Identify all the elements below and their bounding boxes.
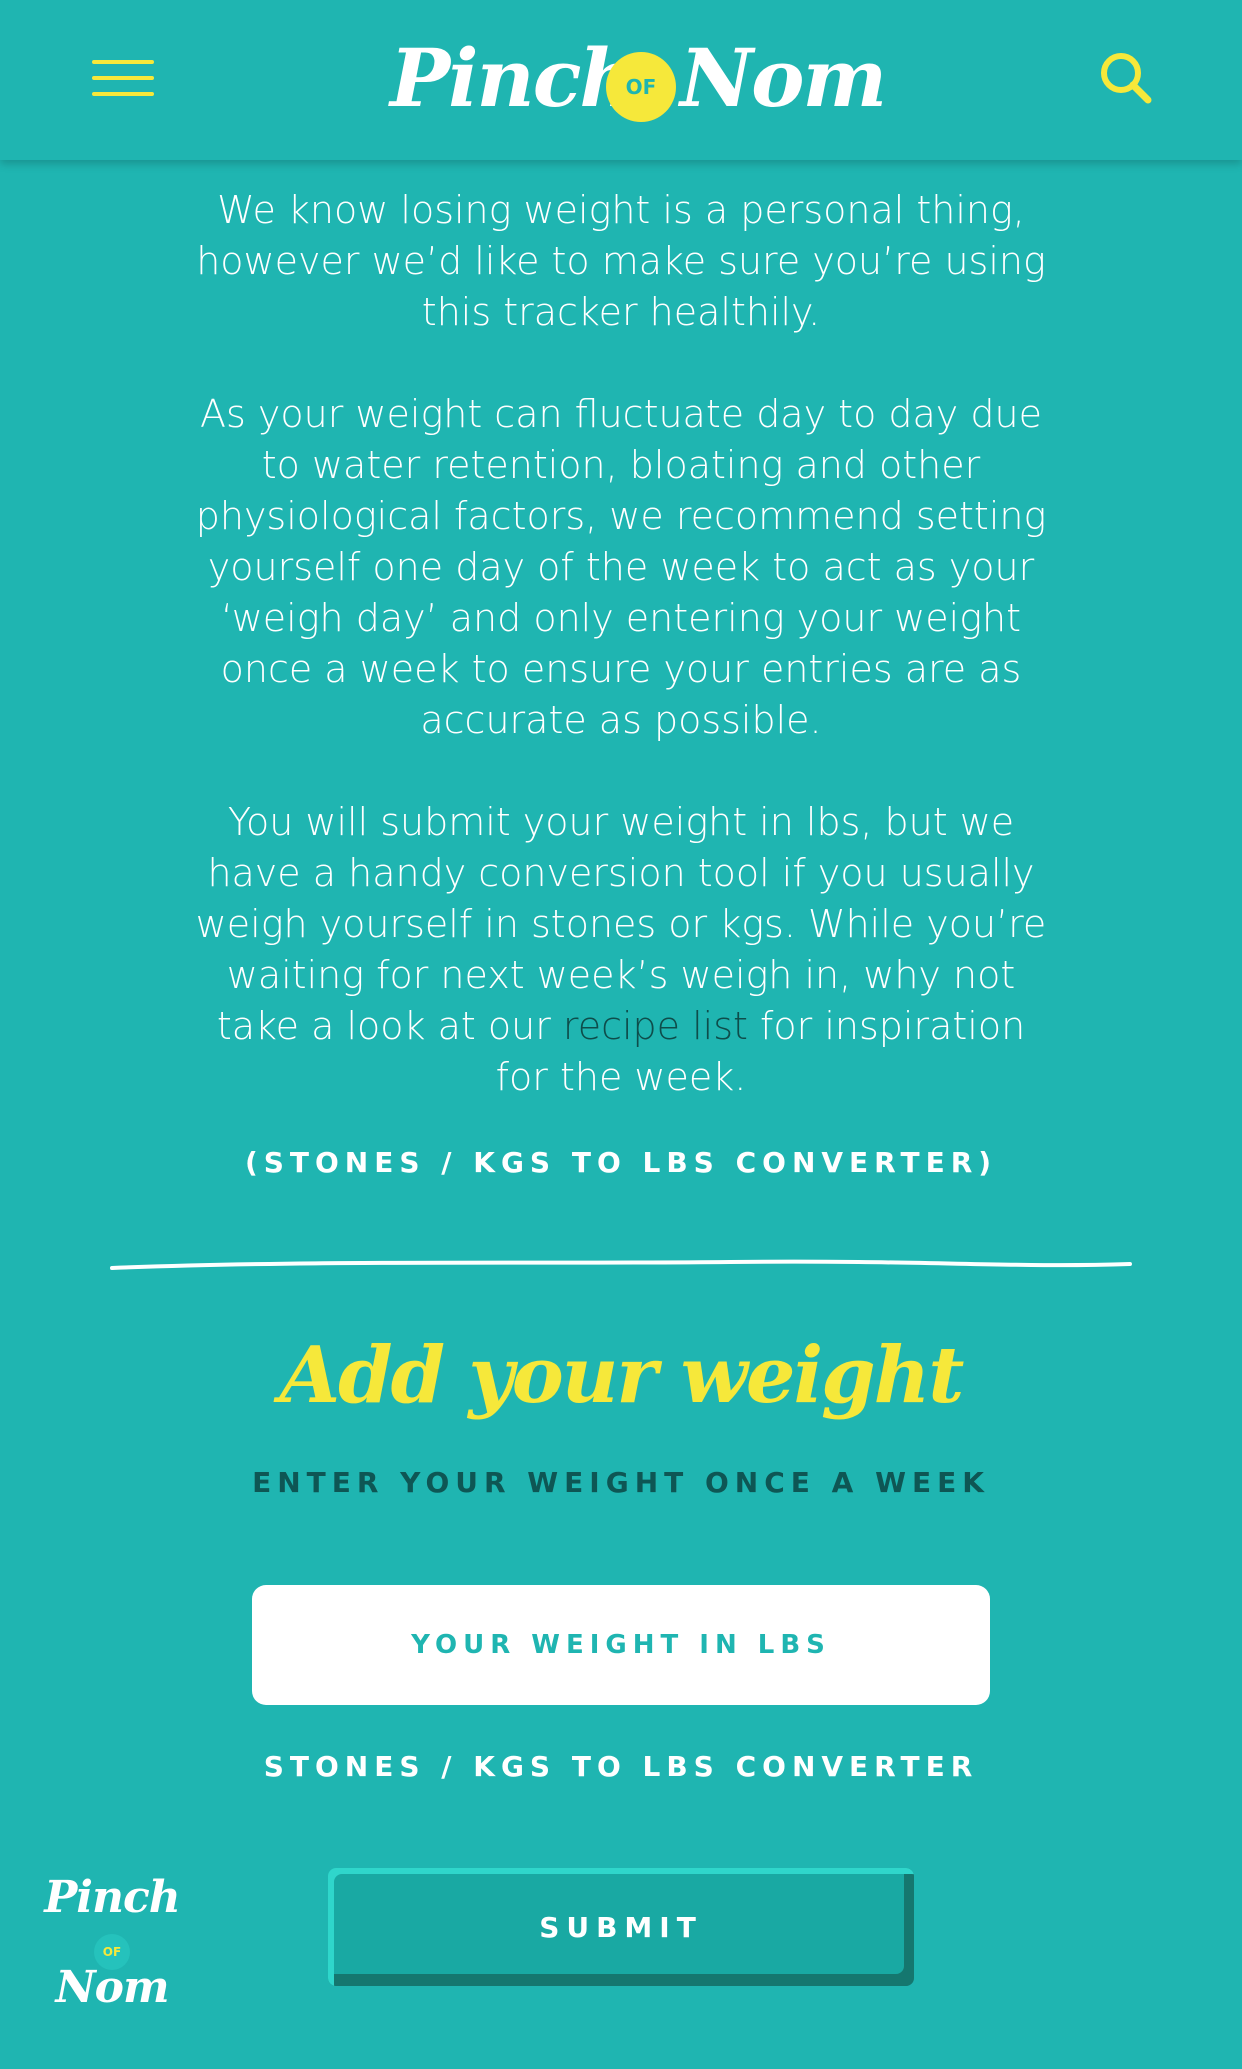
intro-paragraph-1: We know losing weight is a personal thin… [196, 188, 1046, 334]
intro-text: We know losing weight is a personal thin… [190, 185, 1052, 1154]
badge-word-pinch: Pinch [44, 1872, 181, 1923]
submit-button[interactable]: SUBMIT [328, 1868, 914, 1986]
site-logo[interactable]: Pinch OF Nom [380, 18, 887, 138]
logo-word-nom: Nom [680, 31, 887, 125]
recipe-list-link[interactable]: recipe list [563, 1004, 748, 1048]
divider-line [110, 1259, 1132, 1270]
header: Pinch OF Nom [0, 0, 1242, 160]
intro-paragraph-3: You will submit your weight in lbs, but … [190, 797, 1052, 1103]
hamburger-menu-icon[interactable] [92, 58, 154, 98]
search-icon[interactable] [1098, 50, 1154, 106]
logo-of-badge: OF [606, 52, 676, 122]
intro-paragraph-2: As your weight can fluctuate day to day … [195, 392, 1047, 742]
badge-word-nom: Nom [55, 1962, 169, 2013]
converter-link-top[interactable]: (STONES / KGS TO LBS CONVERTER) [0, 1146, 1242, 1179]
weight-input[interactable] [252, 1585, 990, 1705]
floating-logo-badge[interactable]: Pinch OF Nom [42, 1872, 182, 2032]
add-weight-title: Add your weight [279, 1330, 965, 1421]
logo-word-pinch: Pinch [390, 31, 638, 125]
add-weight-subtitle: ENTER YOUR WEIGHT ONCE A WEEK [252, 1466, 990, 1499]
converter-link[interactable]: STONES / KGS TO LBS CONVERTER [0, 1750, 1242, 1783]
